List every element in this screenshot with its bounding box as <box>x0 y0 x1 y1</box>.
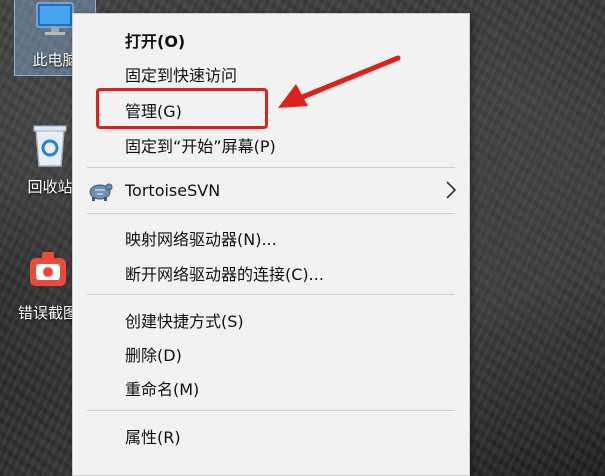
menu-item-label: 打开(O) <box>125 32 186 51</box>
annotation-arrow-icon <box>278 55 401 108</box>
menu-item-label: 断开网络驱动器的连接(C)... <box>125 265 324 284</box>
menu-separator <box>87 410 455 411</box>
recycle-bin-icon <box>33 125 67 167</box>
menu-item-label: 重命名(M) <box>125 380 200 399</box>
menu-item-label: 删除(D) <box>125 346 182 365</box>
menu-item-properties[interactable]: 属性(R) <box>73 420 469 452</box>
menu-separator <box>87 294 455 295</box>
menu-item-pin-start[interactable]: 固定到“开始”屏幕(P) <box>73 129 469 161</box>
menu-separator <box>87 167 455 168</box>
menu-item-rename[interactable]: 重命名(M) <box>73 372 469 404</box>
menu-item-label: 属性(R) <box>125 428 181 447</box>
menu-item-map-network-drive[interactable]: 映射网络驱动器(N)... <box>73 222 469 254</box>
menu-item-label: TortoiseSVN <box>125 180 221 200</box>
this-pc-icon <box>36 2 74 35</box>
menu-item-label: 固定到“开始”屏幕(P) <box>125 137 276 156</box>
screenshot-tool-icon <box>30 252 66 286</box>
chevron-right-icon <box>446 181 457 199</box>
menu-item-disconnect-network-drive[interactable]: 断开网络驱动器的连接(C)... <box>73 257 469 289</box>
tortoisesvn-icon <box>89 183 113 201</box>
menu-item-create-shortcut[interactable]: 创建快捷方式(S) <box>73 304 469 336</box>
menu-item-label: 映射网络驱动器(N)... <box>125 230 277 249</box>
menu-item-tortoisesvn[interactable]: TortoiseSVN <box>73 174 469 206</box>
annotation-highlight-box <box>96 88 268 129</box>
menu-item-label: 创建快捷方式(S) <box>125 312 244 331</box>
menu-separator <box>87 213 455 214</box>
menu-item-delete[interactable]: 删除(D) <box>73 338 469 370</box>
menu-item-label: 固定到快速访问 <box>125 66 238 85</box>
